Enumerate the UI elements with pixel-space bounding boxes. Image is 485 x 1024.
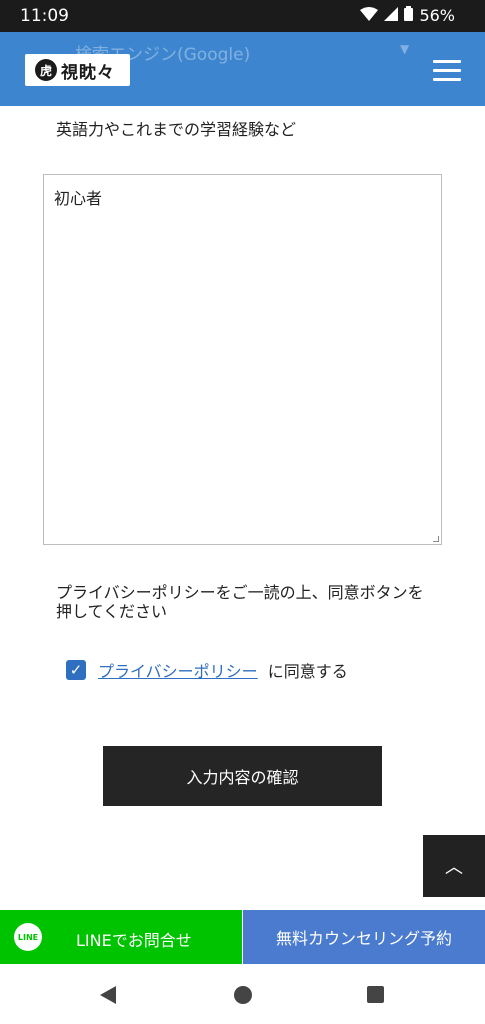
experience-textarea[interactable]: 初心者	[43, 174, 442, 545]
logo-text: 視眈々	[61, 62, 115, 83]
status-icons: 56%	[360, 6, 455, 25]
privacy-policy-link[interactable]: プライバシーポリシー	[98, 658, 258, 682]
line-contact-button[interactable]: LINE LINEでお問合せ	[0, 910, 242, 964]
android-nav-bar	[0, 964, 485, 1024]
signal-icon	[384, 6, 399, 25]
site-header: 検索エンジン(Google) ▼ 虎 視眈々	[0, 32, 485, 106]
chevron-down-icon: ▼	[400, 42, 410, 56]
battery-level: 56%	[419, 6, 455, 25]
line-icon: LINE	[14, 923, 42, 951]
logo-mark: 虎	[35, 59, 57, 81]
line-contact-label: LINEでお問合せ	[76, 931, 192, 950]
privacy-agree-checkbox[interactable]: ✓	[66, 660, 86, 680]
experience-value: 初心者	[54, 189, 103, 208]
battery-icon	[404, 6, 414, 25]
agree-suffix: に同意する	[267, 662, 348, 681]
back-icon[interactable]	[100, 986, 116, 1004]
home-icon[interactable]	[234, 986, 252, 1004]
hamburger-menu-icon[interactable]	[433, 60, 461, 82]
privacy-agree-row: ✓ プライバシーポリシー に同意する	[66, 658, 348, 682]
free-counseling-button[interactable]: 無料カウンセリング予約	[243, 910, 485, 964]
wifi-icon	[360, 6, 379, 25]
status-bar: 11:09 56%	[0, 0, 485, 32]
chevron-up-icon: ︿	[445, 857, 463, 878]
scroll-to-top-button[interactable]: ︿	[423, 835, 485, 897]
confirm-button[interactable]: 入力内容の確認	[103, 746, 382, 806]
recent-apps-icon[interactable]	[367, 986, 384, 1003]
resize-handle-icon[interactable]	[433, 536, 439, 542]
privacy-notice: プライバシーポリシーをご一読の上、同意ボタンを押してください	[56, 583, 424, 621]
site-logo[interactable]: 虎 視眈々	[25, 54, 130, 86]
experience-label: 英語力やこれまでの学習経験など	[56, 120, 297, 139]
status-time: 11:09	[20, 6, 69, 26]
